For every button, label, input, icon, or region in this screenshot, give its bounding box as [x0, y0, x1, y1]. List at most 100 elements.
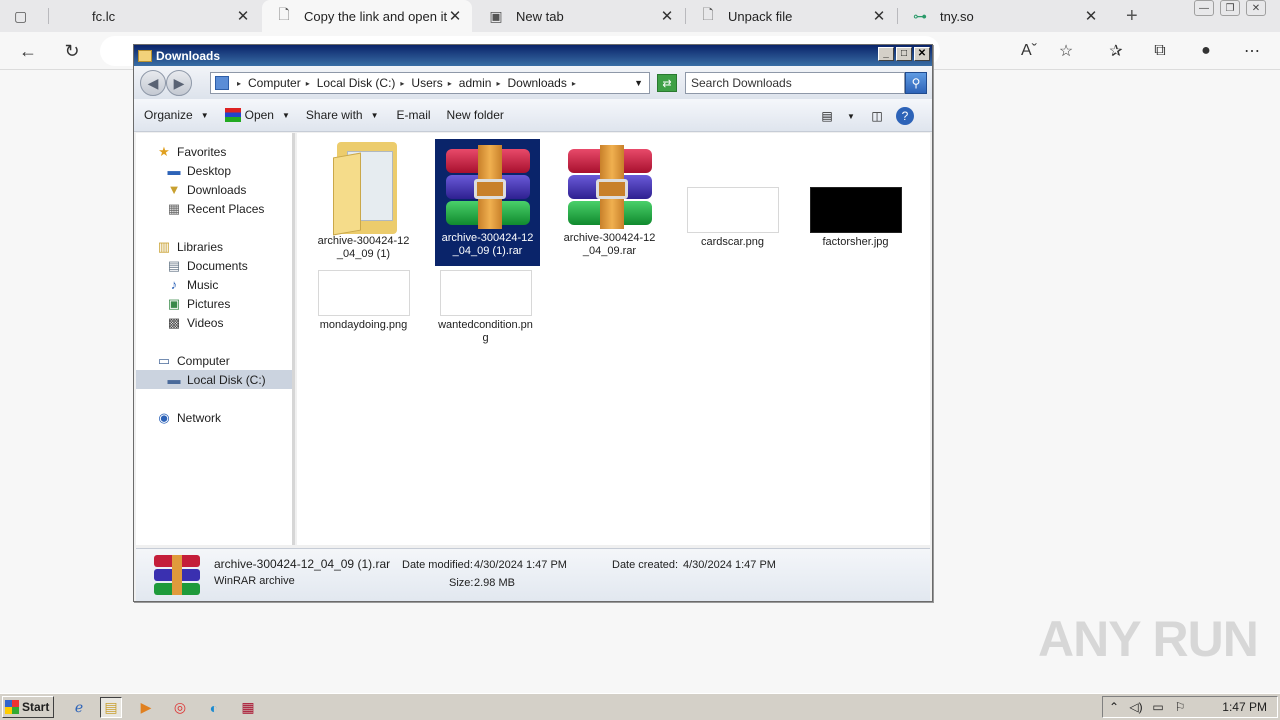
minimize-button[interactable]: _	[878, 47, 894, 61]
breadcrumb-computer[interactable]: Computer	[248, 76, 301, 90]
breadcrumb-downloads[interactable]: Downloads	[507, 76, 566, 90]
preview-pane-icon[interactable]: ◫	[868, 107, 886, 125]
forward-button[interactable]: ▶	[166, 70, 192, 96]
computer-icon: ▭	[157, 352, 171, 368]
file-item[interactable]: wantedcondition.pn g	[433, 270, 538, 345]
view-dropdown-icon[interactable]: ▼	[842, 107, 860, 125]
media-player-icon[interactable]: ▶	[135, 697, 157, 718]
tab-tny-so[interactable]: ⊶ tny.so ✕	[898, 0, 1108, 32]
close-icon[interactable]: ✕	[236, 7, 250, 25]
search-icon[interactable]: ⚲	[905, 72, 927, 94]
search-input[interactable]: Search Downloads	[685, 72, 905, 94]
new-folder-button[interactable]: New folder	[447, 108, 504, 122]
tab-actions-button[interactable]: ▢	[0, 0, 48, 32]
videos-icon: ▩	[167, 314, 181, 330]
downloads-icon: ▼	[167, 182, 181, 197]
read-aloud-icon[interactable]: Aˇ	[1015, 38, 1043, 64]
file-item[interactable]: archive-300424-12 _04_09.rar	[557, 145, 662, 258]
email-button[interactable]: E-mail	[397, 108, 431, 122]
internet-explorer-icon[interactable]: ℯ	[68, 697, 90, 718]
flag-icon[interactable]: ⚐	[1169, 700, 1191, 714]
tab-new-tab[interactable]: ▣ New tab ✕	[474, 0, 684, 32]
nav-recent-places[interactable]: ▦ Recent Places	[166, 199, 265, 218]
nav-pictures[interactable]: ▣ Pictures	[166, 294, 231, 313]
help-icon[interactable]: ?	[896, 107, 914, 125]
edge-icon[interactable]: ◐	[203, 697, 225, 718]
newtab-icon: ▣	[489, 7, 503, 24]
image-thumbnail	[809, 187, 902, 233]
favorites-icon[interactable]: ✰	[1102, 38, 1130, 64]
explorer-taskbar-icon[interactable]: ▤	[100, 697, 122, 718]
chrome-icon[interactable]: ◎	[169, 697, 191, 718]
details-filetype: WinRAR archive	[214, 575, 295, 587]
close-icon[interactable]: ✕	[660, 7, 674, 25]
file-name: factorsher.jpg	[822, 236, 889, 248]
file-item[interactable]: archive-300424-12 _04_09 (1).rar	[435, 139, 540, 266]
volume-icon[interactable]: ◁)	[1125, 700, 1147, 714]
nav-favorites[interactable]: ★ Favorites	[156, 142, 226, 161]
tab-fc-lc[interactable]: fc.lc ✕	[50, 0, 260, 32]
email-label: E-mail	[396, 108, 431, 122]
details-created-value: 4/30/2024 1:47 PM	[683, 559, 776, 571]
view-icon[interactable]: ▤	[818, 107, 836, 125]
tab-copy-link[interactable]: 🗋 Copy the link and open it in ✕	[262, 0, 472, 32]
pictures-icon: ▣	[167, 295, 181, 311]
file-item[interactable]: archive-300424-12 _04_09 (1)	[311, 137, 416, 261]
star-icon: ★	[158, 143, 170, 159]
plus-icon: +	[1126, 4, 1138, 27]
nav-downloads[interactable]: ▼ Downloads	[166, 180, 247, 199]
close-icon[interactable]: ✕	[872, 7, 886, 25]
chevron-up-icon[interactable]: ⌃	[1103, 700, 1125, 714]
network-icon: ◉	[158, 409, 170, 425]
chevron-down-icon[interactable]: ▼	[634, 78, 643, 88]
tab-label: New tab	[516, 8, 564, 24]
drive-icon: ▬	[167, 372, 181, 387]
clock[interactable]: 1:47 PM	[1222, 700, 1267, 714]
nav-desktop[interactable]: ▬ Desktop	[166, 161, 232, 180]
collections-icon[interactable]: ⧉	[1146, 38, 1174, 64]
refresh-button[interactable]: ⇄	[657, 74, 677, 92]
maximize-button[interactable]: □	[896, 47, 912, 61]
file-item[interactable]: mondaydoing.png	[311, 270, 416, 332]
breadcrumb-local-disk[interactable]: Local Disk (C:)	[317, 76, 396, 90]
nav-libraries[interactable]: ▥ Libraries	[156, 237, 223, 256]
new-tab-button[interactable]: +	[1112, 0, 1144, 32]
add-favorite-icon[interactable]: ☆	[1052, 38, 1080, 64]
close-icon[interactable]: ✕	[1084, 7, 1098, 25]
refresh-icon[interactable]: ↻	[58, 38, 86, 64]
nav-computer[interactable]: ▭ Computer	[156, 351, 230, 370]
file-name: _04_09 (1)	[336, 248, 391, 260]
profile-icon[interactable]: ●	[1192, 38, 1220, 64]
nav-label: Local Disk (C:)	[187, 372, 266, 387]
breadcrumb-admin[interactable]: admin	[459, 76, 492, 90]
tab-unpack-file[interactable]: 🗋 Unpack file ✕	[686, 0, 896, 32]
nav-network[interactable]: ◉ Network	[156, 408, 221, 427]
file-item[interactable]: factorsher.jpg	[803, 187, 908, 249]
restore-icon[interactable]: ❐	[1220, 0, 1240, 16]
close-icon[interactable]: ✕	[1246, 0, 1266, 16]
start-button[interactable]: Start	[2, 696, 54, 718]
breadcrumb[interactable]: ▸ Computer ▸ Local Disk (C:) ▸ Users ▸ admi…	[210, 72, 650, 94]
open-button[interactable]: Open ▼	[224, 108, 290, 122]
back-icon[interactable]: ←	[14, 38, 42, 64]
back-button[interactable]: ◀	[140, 70, 166, 96]
share-with-button[interactable]: Share with ▼	[306, 108, 379, 122]
anyrun-watermark: ANY RUN	[1038, 611, 1259, 667]
new-folder-label: New folder	[446, 108, 504, 122]
winrar-icon[interactable]: ▦	[237, 697, 259, 718]
file-item[interactable]: cardscar.png	[680, 187, 785, 249]
nav-music[interactable]: ♪ Music	[166, 275, 219, 294]
breadcrumb-users[interactable]: Users	[411, 76, 442, 90]
close-button[interactable]: ✕	[914, 47, 930, 61]
nav-videos[interactable]: ▩ Videos	[166, 313, 224, 332]
image-thumbnail	[317, 270, 410, 316]
organize-button[interactable]: Organize ▼	[144, 108, 209, 122]
nav-documents[interactable]: ▤ Documents	[166, 256, 248, 275]
close-icon[interactable]: ✕	[448, 7, 462, 25]
nav-local-disk[interactable]: ▬ Local Disk (C:)	[136, 370, 292, 389]
network-icon[interactable]: ▭	[1147, 700, 1169, 714]
more-icon[interactable]: ⋯	[1238, 38, 1266, 64]
windows-logo-icon	[5, 700, 19, 714]
nav-label: Favorites	[177, 144, 227, 159]
minimize-icon[interactable]: —	[1194, 0, 1214, 16]
